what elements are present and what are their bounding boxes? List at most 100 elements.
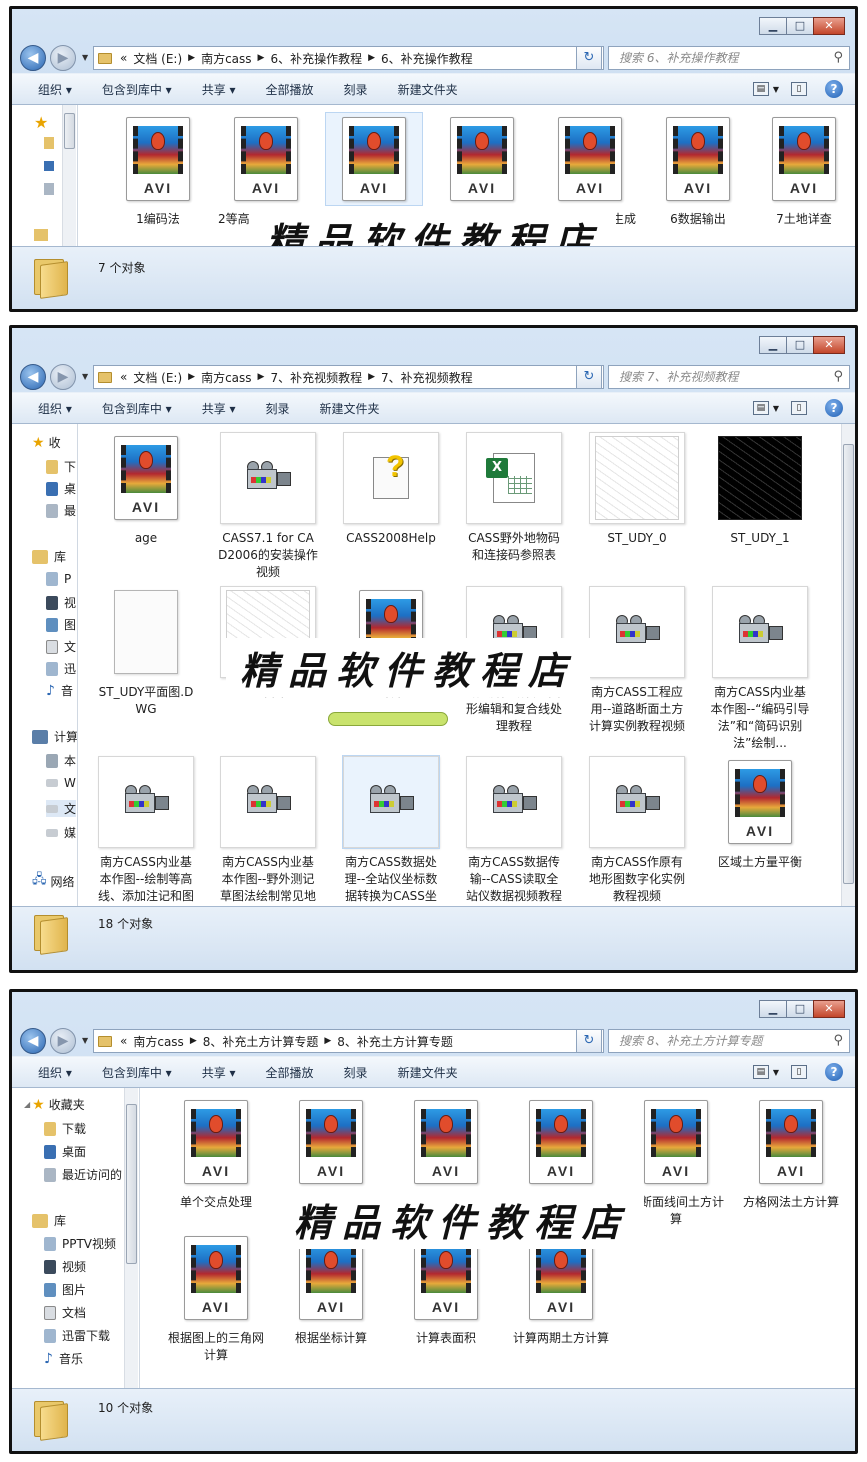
- refresh-button[interactable]: ↻: [576, 365, 602, 389]
- breadcrumb-arrow-icon[interactable]: ▶: [368, 53, 375, 63]
- favorites-star-icon[interactable]: ★: [34, 113, 48, 132]
- nav-documents[interactable]: 文: [46, 638, 76, 655]
- desktop-icon[interactable]: [44, 161, 54, 171]
- nav-pictures[interactable]: 图片: [44, 1281, 86, 1298]
- nav-downloads[interactable]: 下: [46, 458, 76, 475]
- search-input[interactable]: 搜索 6、补充操作教程 ⚲: [608, 46, 850, 70]
- search-icon[interactable]: ⚲: [833, 47, 843, 69]
- search-input[interactable]: 搜索 8、补充土方计算专题 ⚲: [608, 1029, 850, 1053]
- address-overflow-chevron[interactable]: «: [120, 370, 127, 384]
- breadcrumb-segment[interactable]: 文档 (E:): [133, 369, 182, 386]
- refresh-button[interactable]: ↻: [576, 46, 602, 70]
- file-item[interactable]: ST_UDY_0: [587, 432, 687, 547]
- nav-drive-3-selected[interactable]: 文: [46, 800, 77, 817]
- file-item[interactable]: 南方CASS内业基本作图--绘制等高线、添加注记和图幅整理: [96, 756, 196, 922]
- file-item[interactable]: AVI 根据图上的三角网计算: [166, 1232, 266, 1364]
- file-item[interactable]: 南方CASS内业基本作图--野外测记草图法绘制常见地物教程视频: [218, 756, 318, 922]
- maximize-button[interactable]: □: [786, 1000, 814, 1018]
- minimize-button[interactable]: ▁: [759, 336, 787, 354]
- preview-pane-icon[interactable]: ▯: [791, 1065, 807, 1079]
- file-item[interactable]: 南方CASS数据传输--CASS读取全站仪数据视频教程: [464, 756, 564, 905]
- file-item[interactable]: AVI 方格网法土方计算: [741, 1096, 841, 1211]
- file-item[interactable]: ST_UDY_1: [710, 432, 810, 547]
- minimize-button[interactable]: ▁: [759, 1000, 787, 1018]
- back-button[interactable]: ◀: [20, 364, 46, 390]
- address-bar[interactable]: « 文档 (E:)▶ 南方cass▶ 7、补充视频教程▶ 7、补充视频教程 ▼: [93, 365, 604, 389]
- address-bar[interactable]: « 文档 (E:)▶ 南方cass▶ 6、补充操作教程▶ 6、补充操作教程 ▼: [93, 46, 604, 70]
- breadcrumb-arrow-icon[interactable]: ▶: [188, 372, 195, 382]
- breadcrumb-segment[interactable]: 南方cass: [201, 369, 251, 386]
- nav-libraries[interactable]: 库: [32, 548, 66, 565]
- organize-menu[interactable]: 组织 ▾: [38, 1064, 72, 1081]
- new-folder-button[interactable]: 新建文件夹: [398, 1064, 458, 1081]
- nav-videos[interactable]: 视: [46, 594, 76, 611]
- file-item[interactable]: AVI 计算两期土方计算: [511, 1232, 611, 1347]
- help-icon[interactable]: ?: [825, 80, 843, 98]
- breadcrumb-arrow-icon[interactable]: ▶: [258, 372, 265, 382]
- breadcrumb-segment[interactable]: 南方cass: [201, 50, 251, 67]
- nav-favorites[interactable]: ★ 收: [32, 434, 61, 451]
- breadcrumb-arrow-icon[interactable]: ▶: [188, 53, 195, 63]
- maximize-button[interactable]: □: [786, 17, 814, 35]
- recent-places-icon[interactable]: [44, 183, 54, 195]
- file-item-selected[interactable]: 南方CASS数据处理--全站仪坐标数据转换为CASS坐标数据格式: [341, 755, 441, 922]
- forward-button[interactable]: ▶: [50, 45, 76, 71]
- breadcrumb-segment[interactable]: 7、补充视频教程: [270, 369, 362, 386]
- downloads-folder-icon[interactable]: [44, 137, 54, 149]
- nav-drive-4[interactable]: 媒: [46, 824, 76, 841]
- nav-pictures[interactable]: 图: [46, 616, 76, 633]
- organize-menu[interactable]: 组织 ▾: [38, 400, 72, 417]
- new-folder-button[interactable]: 新建文件夹: [320, 400, 380, 417]
- help-icon[interactable]: ?: [825, 399, 843, 417]
- share-menu[interactable]: 共享 ▾: [202, 1064, 236, 1081]
- nav-drive-1[interactable]: 本: [46, 752, 76, 769]
- file-item[interactable]: ? CASS2008Help: [341, 432, 441, 547]
- view-dropdown-icon[interactable]: ▼: [773, 1068, 779, 1077]
- back-button[interactable]: ◀: [20, 1028, 46, 1054]
- back-button[interactable]: ◀: [20, 45, 46, 71]
- burn-button[interactable]: 刻录: [266, 400, 290, 417]
- view-dropdown-icon[interactable]: ▼: [773, 404, 779, 413]
- navigation-scrollbar[interactable]: [124, 1088, 138, 1388]
- nav-computer[interactable]: 计算: [32, 728, 77, 745]
- include-in-library-menu[interactable]: 包含到库中 ▾: [102, 400, 172, 417]
- breadcrumb-arrow-icon[interactable]: ▶: [324, 1036, 331, 1046]
- nav-desktop[interactable]: 桌面: [44, 1143, 86, 1160]
- view-options-icon[interactable]: ▤: [752, 1065, 769, 1079]
- new-folder-button[interactable]: 新建文件夹: [398, 81, 458, 98]
- breadcrumb-segment[interactable]: 8、补充土方计算专题: [337, 1033, 453, 1050]
- file-item[interactable]: X CASS野外地物码和连接码参照表: [464, 432, 564, 564]
- file-item[interactable]: AVI 7土地详查: [754, 113, 854, 228]
- refresh-button[interactable]: ↻: [576, 1029, 602, 1053]
- file-item[interactable]: 南方CASS内业基本作图--“编码引导法”和“简码识别法”绘制...: [710, 586, 810, 752]
- libraries-icon[interactable]: [34, 229, 48, 241]
- close-button[interactable]: ✕: [813, 1000, 845, 1018]
- help-icon[interactable]: ?: [825, 1063, 843, 1081]
- breadcrumb-segment[interactable]: 8、补充土方计算专题: [203, 1033, 319, 1050]
- nav-thunder-downloads[interactable]: 迅雷下载: [44, 1327, 110, 1344]
- file-item[interactable]: AVI 单个交点处理: [166, 1096, 266, 1211]
- search-input[interactable]: 搜索 7、补充视频教程 ⚲: [608, 365, 850, 389]
- forward-button[interactable]: ▶: [50, 1028, 76, 1054]
- file-item[interactable]: AVI 计算表面积: [396, 1232, 496, 1347]
- search-icon[interactable]: ⚲: [833, 1030, 843, 1052]
- share-menu[interactable]: 共享 ▾: [202, 400, 236, 417]
- play-all-button[interactable]: 全部播放: [266, 1064, 314, 1081]
- expand-arrow-icon[interactable]: ◢: [24, 1100, 30, 1109]
- nav-recent[interactable]: 最近访问的: [44, 1166, 122, 1183]
- nav-network[interactable]: 🖧 网络: [32, 870, 75, 892]
- minimize-button[interactable]: ▁: [759, 17, 787, 35]
- file-item[interactable]: AVI 6数据输出: [648, 113, 748, 228]
- play-all-button[interactable]: 全部播放: [266, 81, 314, 98]
- file-item[interactable]: ST_UDY平面图.DWG: [96, 586, 196, 718]
- view-options-icon[interactable]: ▤: [752, 82, 769, 96]
- nav-music[interactable]: ♪ 音乐: [44, 1350, 83, 1367]
- nav-videos[interactable]: 视频: [44, 1258, 86, 1275]
- file-item[interactable]: 南方CASS工程应用--道路断面土方计算实例教程视频: [587, 586, 687, 735]
- include-in-library-menu[interactable]: 包含到库中 ▾: [102, 81, 172, 98]
- breadcrumb-segment[interactable]: 南方cass: [133, 1033, 183, 1050]
- file-item[interactable]: AVI 根据坐标计算: [281, 1232, 381, 1347]
- nav-thunder-downloads[interactable]: 迅: [46, 660, 76, 677]
- nav-pptv[interactable]: P: [46, 572, 71, 586]
- file-item[interactable]: AVI: [432, 113, 532, 211]
